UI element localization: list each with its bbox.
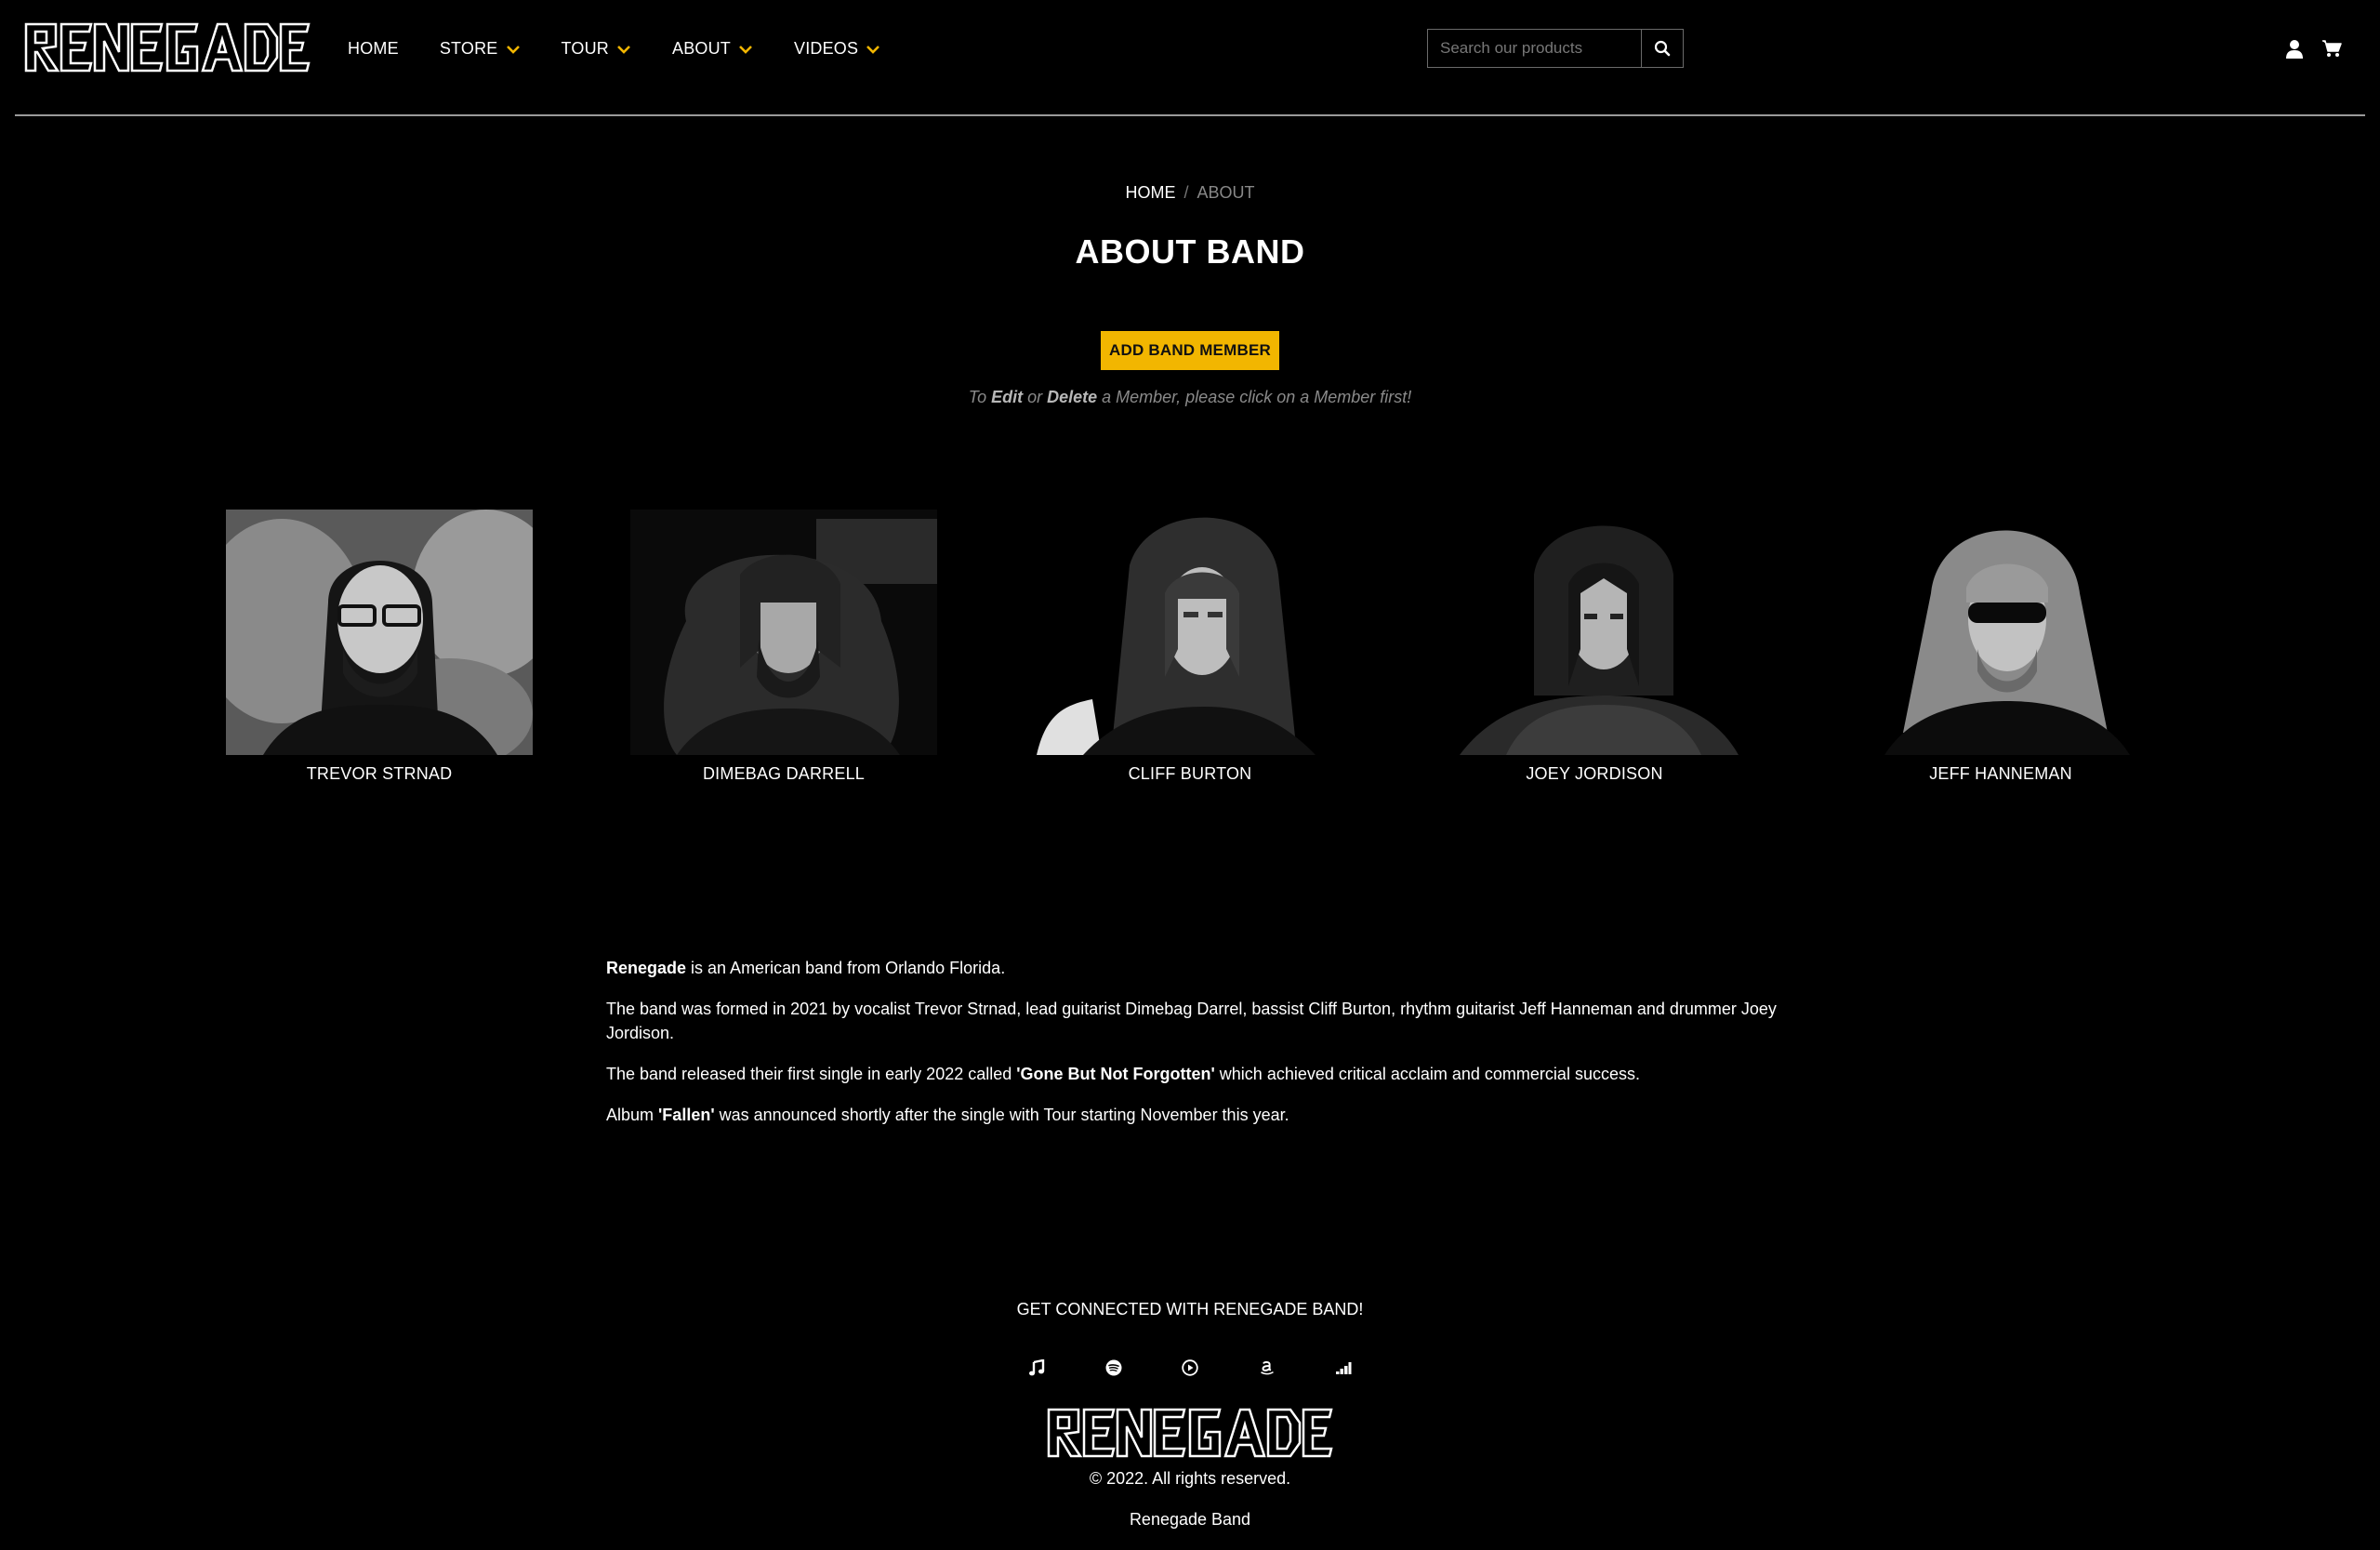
renegade-logo xyxy=(24,22,311,73)
music-note-icon xyxy=(1029,1359,1045,1376)
album-title: 'Fallen' xyxy=(658,1106,715,1124)
header-divider xyxy=(15,114,2365,116)
about-paragraph: The band was formed in 2021 by vocalist … xyxy=(606,1000,1777,1042)
nav-tour-label: TOUR xyxy=(561,39,609,58)
renegade-logo xyxy=(1047,1408,1333,1458)
play-circle-icon xyxy=(1182,1359,1198,1376)
member-card[interactable]: DIMEBAG DARRELL xyxy=(630,510,937,788)
member-name: JOEY JORDISON xyxy=(1526,764,1663,783)
about-text: Renegade is an American band from Orland… xyxy=(606,956,1778,1144)
breadcrumb: HOME / ABOUT xyxy=(0,183,2380,203)
member-name: JEFF HANNEMAN xyxy=(1929,764,2072,783)
search-input[interactable] xyxy=(1427,29,1641,68)
about-p4-pre: Album xyxy=(606,1106,659,1124)
social-music-link[interactable] xyxy=(1023,1354,1051,1382)
member-name: DIMEBAG DARRELL xyxy=(702,764,866,783)
about-p1-text: is an American band from Orlando Florida… xyxy=(686,959,1006,977)
chevron-down-icon xyxy=(866,45,880,54)
about-p4-post: was announced shortly after the single w… xyxy=(714,1106,1289,1124)
member-name: CLIFF BURTON xyxy=(1128,764,1252,783)
member-name: TREVOR STRNAD xyxy=(306,764,453,783)
nav-about[interactable]: ABOUT xyxy=(672,39,753,59)
social-spotify-link[interactable] xyxy=(1100,1354,1128,1382)
member-photo xyxy=(1847,510,2154,755)
site-logo[interactable] xyxy=(22,20,312,79)
nav-store[interactable]: STORE xyxy=(440,39,521,59)
breadcrumb-current: ABOUT xyxy=(1197,183,1255,202)
single-title: 'Gone But Not Forgotten' xyxy=(1016,1065,1215,1083)
social-links xyxy=(1023,1354,1357,1382)
user-icon xyxy=(2286,40,2303,59)
social-amazon-link[interactable] xyxy=(1253,1354,1281,1382)
hint-delete: Delete xyxy=(1047,388,1098,406)
main-nav: HOME STORE TOUR ABOUT VIDEOS xyxy=(348,39,921,59)
member-card[interactable]: JEFF HANNEMAN xyxy=(1847,510,2154,788)
about-paragraph: Album 'Fallen' was announced shortly aft… xyxy=(606,1103,1778,1127)
search-form xyxy=(1427,29,1684,68)
band-name: Renegade xyxy=(606,959,687,977)
nav-store-label: STORE xyxy=(439,39,498,58)
copyright-text: © 2022. All rights reserved. xyxy=(1089,1469,1291,1488)
member-card[interactable]: TREVOR STRNAD xyxy=(226,510,533,788)
add-band-member-button[interactable]: ADD BAND MEMBER xyxy=(1101,331,1279,370)
account-button[interactable] xyxy=(2285,39,2304,64)
member-photo xyxy=(1441,510,1748,755)
footer-band-name: Renegade Band xyxy=(1129,1510,1251,1529)
cart-button[interactable] xyxy=(2321,39,2342,62)
cart-icon xyxy=(2322,40,2342,57)
chevron-down-icon xyxy=(506,45,520,54)
site-header: HOME STORE TOUR ABOUT VIDEOS xyxy=(0,0,2380,116)
social-deezer-link[interactable] xyxy=(1329,1354,1357,1382)
member-photo xyxy=(226,510,533,755)
member-photo xyxy=(630,510,937,755)
breadcrumb-separator: / xyxy=(1183,183,1189,202)
search-icon xyxy=(1654,40,1671,57)
hint-edit: Edit xyxy=(991,388,1024,406)
hint-prefix: To xyxy=(968,388,992,406)
hint-middle: or xyxy=(1023,388,1048,406)
chevron-down-icon xyxy=(739,45,752,54)
member-card[interactable]: CLIFF BURTON xyxy=(1037,510,1343,788)
about-p3-post: which achieved critical acclaim and comm… xyxy=(1214,1065,1640,1083)
about-paragraph: Renegade is an American band from Orland… xyxy=(606,956,1778,980)
member-photo xyxy=(1037,510,1343,755)
about-p3-pre: The band released their first single in … xyxy=(606,1065,1017,1083)
nav-tour[interactable]: TOUR xyxy=(562,39,631,59)
nav-home-label: HOME xyxy=(348,39,399,58)
nav-videos-label: VIDEOS xyxy=(794,39,859,58)
search-button[interactable] xyxy=(1641,29,1684,68)
chevron-down-icon xyxy=(617,45,630,54)
footer-logo xyxy=(1043,1406,1337,1464)
social-video-link[interactable] xyxy=(1176,1354,1204,1382)
spotify-icon xyxy=(1105,1359,1121,1376)
edit-hint: To Edit or Delete a Member, please click… xyxy=(0,388,2380,407)
nav-home[interactable]: HOME xyxy=(348,39,399,59)
breadcrumb-home[interactable]: HOME xyxy=(1125,183,1175,202)
nav-videos[interactable]: VIDEOS xyxy=(794,39,880,59)
about-paragraph: The band released their first single in … xyxy=(606,1062,1778,1086)
connect-heading: GET CONNECTED WITH RENEGADE BAND! xyxy=(1016,1300,1364,1318)
page-title: ABOUT BAND xyxy=(1075,232,1305,271)
amazon-icon xyxy=(1260,1361,1274,1375)
member-card[interactable]: JOEY JORDISON xyxy=(1441,510,1748,788)
nav-about-label: ABOUT xyxy=(671,39,731,58)
hint-suffix: a Member, please click on a Member first… xyxy=(1097,388,1412,406)
deezer-icon xyxy=(1336,1362,1352,1374)
